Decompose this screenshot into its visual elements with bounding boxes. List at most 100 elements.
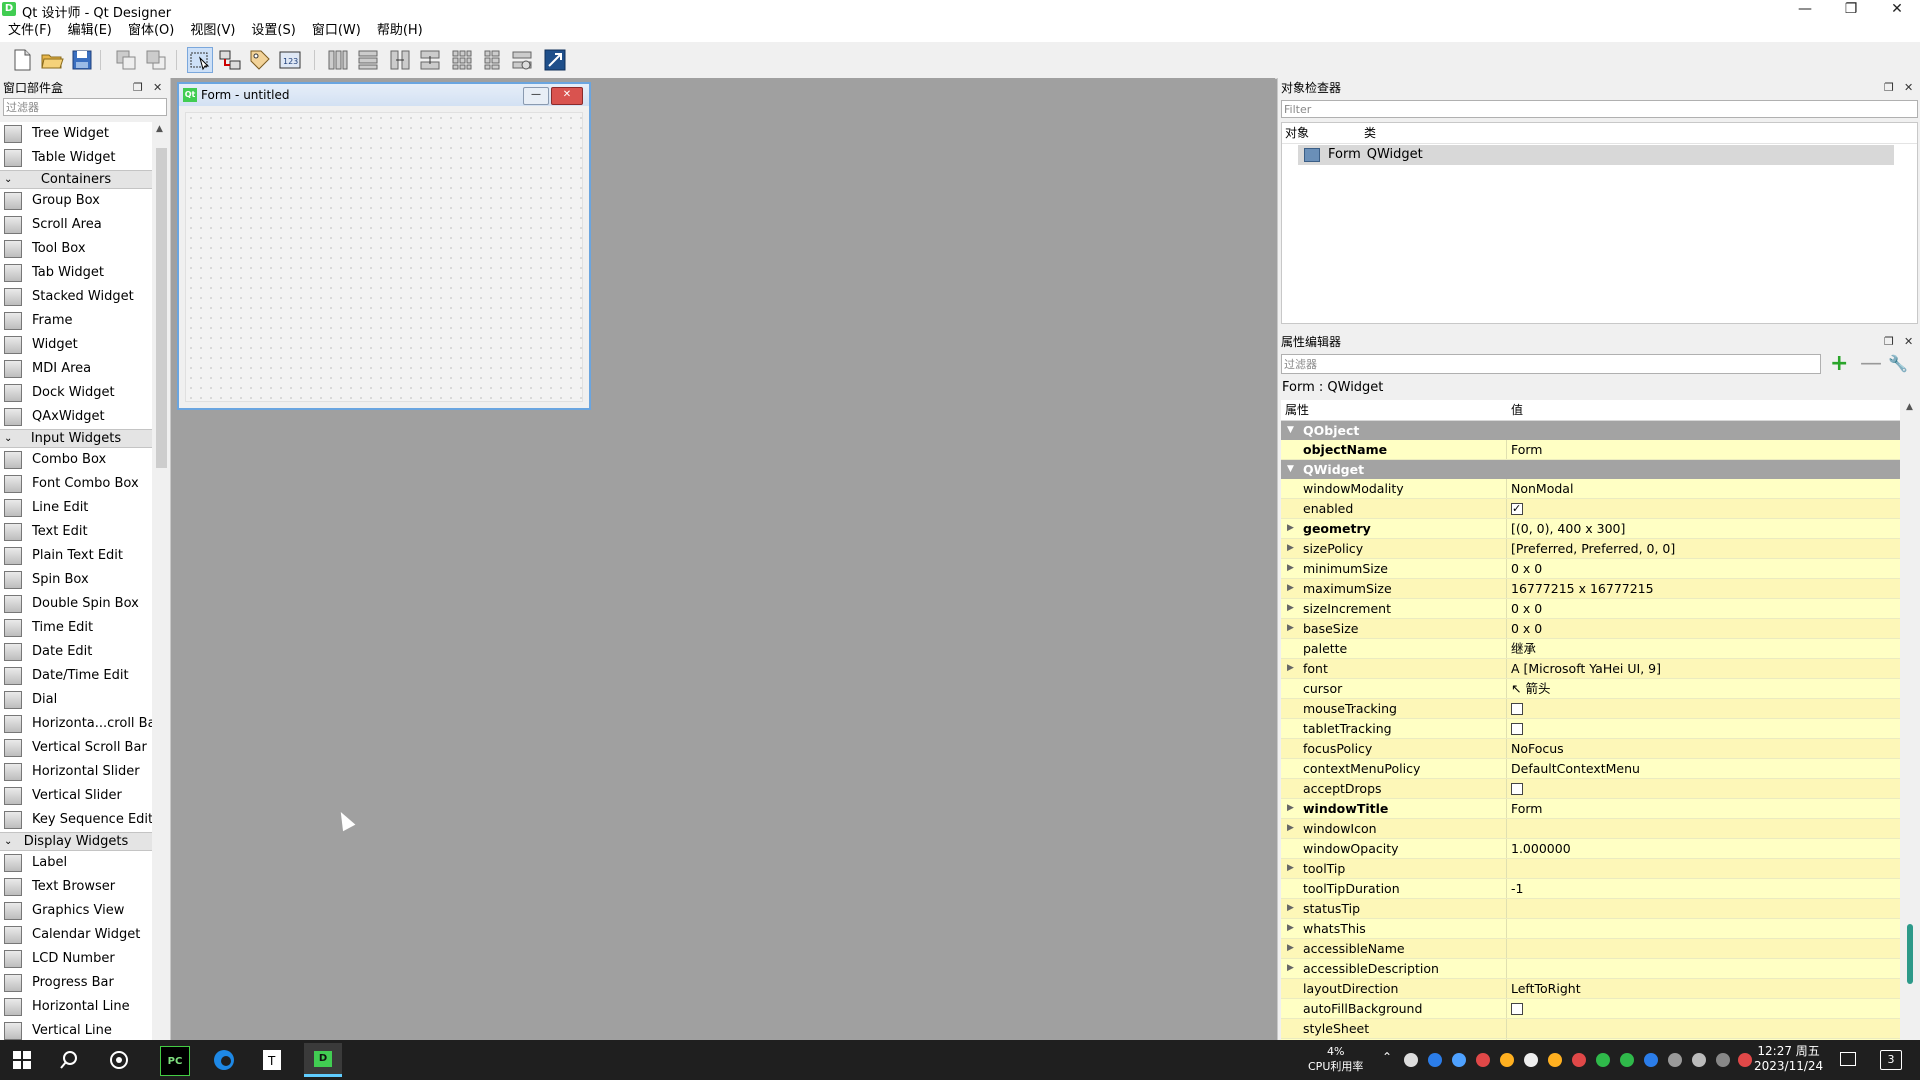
form-window[interactable]: Qt Form - untitled — ✕ [177, 82, 591, 410]
form-canvas-grid[interactable] [185, 112, 583, 402]
widget-item-vertical-scroll-bar[interactable]: Vertical Scroll Bar [0, 736, 152, 760]
float-icon[interactable]: ❐ [1884, 78, 1894, 98]
chevron-down-icon[interactable]: ▼ [1287, 460, 1294, 479]
chevron-up-icon[interactable]: ⌃ [1382, 1050, 1392, 1064]
widget-item-scroll-area[interactable]: Scroll Area [0, 213, 152, 237]
widgets-icon[interactable] [105, 1046, 133, 1074]
property-value[interactable] [1507, 999, 1900, 1018]
menu-settings[interactable]: 设置(S) [243, 20, 303, 42]
chevron-right-icon[interactable]: ▶ [1287, 959, 1294, 978]
widget-item-lcd-number[interactable]: LCD Number [0, 947, 152, 971]
adjust-size-icon[interactable] [543, 48, 567, 72]
widget-item-date-time-edit[interactable]: Date/Time Edit [0, 664, 152, 688]
property-value[interactable] [1507, 699, 1900, 718]
widget-item-text-browser[interactable]: Text Browser [0, 875, 152, 899]
chevron-right-icon[interactable]: ▶ [1287, 619, 1294, 638]
send-to-back-icon[interactable] [114, 48, 138, 72]
property-row-statustip[interactable]: ▶ statusTip [1281, 899, 1900, 919]
property-row-accessiblename[interactable]: ▶ accessibleName [1281, 939, 1900, 959]
notepad-icon[interactable]: T [258, 1046, 286, 1074]
chevron-right-icon[interactable]: ▶ [1287, 799, 1294, 818]
property-value[interactable]: A [Microsoft YaHei UI, 9] [1507, 659, 1900, 678]
notification-icon[interactable]: 3 [1880, 1050, 1902, 1070]
microphone-icon[interactable] [1404, 1053, 1418, 1067]
checkbox[interactable] [1511, 1002, 1523, 1015]
property-value[interactable]: 0 x 0 [1507, 559, 1900, 578]
tray-app-icon[interactable] [1644, 1053, 1658, 1067]
add-dynamic-property-icon[interactable]: + [1830, 352, 1848, 376]
property-value[interactable]: 0 x 0 [1507, 619, 1900, 638]
widget-item-tool-box[interactable]: Tool Box [0, 237, 152, 261]
property-row-windowicon[interactable]: ▶ windowIcon [1281, 819, 1900, 839]
chevron-right-icon[interactable]: ▶ [1287, 579, 1294, 598]
tray-app-icon[interactable] [1738, 1053, 1752, 1067]
property-value[interactable]: NoFocus [1507, 739, 1900, 758]
layout-horizontal-splitter-icon[interactable] [388, 48, 412, 72]
form-title-bar[interactable]: Qt Form - untitled — ✕ [179, 84, 589, 106]
layout-vertical-splitter-icon[interactable] [418, 48, 442, 72]
tray-app-icon[interactable] [1572, 1053, 1586, 1067]
widget-item-dial[interactable]: Dial [0, 688, 152, 712]
tray-app-icon[interactable] [1548, 1053, 1562, 1067]
property-value[interactable] [1507, 859, 1900, 878]
property-value[interactable] [1507, 899, 1900, 918]
property-row-sizepolicy[interactable]: ▶ sizePolicy [Preferred, Preferred, 0, 0] [1281, 539, 1900, 559]
desktop-toggle-icon[interactable] [1840, 1052, 1856, 1066]
close-icon[interactable]: ✕ [1904, 332, 1913, 352]
widget-item-horizontal-line[interactable]: Horizontal Line [0, 995, 152, 1019]
chevron-right-icon[interactable]: ▶ [1287, 539, 1294, 558]
property-value[interactable]: 继承 [1507, 639, 1900, 658]
menu-form[interactable]: 窗体(O) [120, 20, 182, 42]
scrollbar-thumb[interactable] [156, 148, 167, 468]
property-row-mousetracking[interactable]: mouseTracking [1281, 699, 1900, 719]
property-row-layoutdirection[interactable]: layoutDirection LeftToRight [1281, 979, 1900, 999]
tray-app-icon[interactable] [1524, 1053, 1538, 1067]
float-icon[interactable]: ❐ [133, 78, 143, 98]
edit-tab-order-icon[interactable]: 123 [278, 48, 302, 72]
property-row-windowmodality[interactable]: windowModality NonModal [1281, 479, 1900, 499]
object-tree-row-form[interactable]: Form QWidget [1298, 145, 1894, 165]
property-value[interactable]: [Preferred, Preferred, 0, 0] [1507, 539, 1900, 558]
property-row-tablettracking[interactable]: tabletTracking [1281, 719, 1900, 739]
widget-item-frame[interactable]: Frame [0, 309, 152, 333]
checkbox[interactable] [1511, 722, 1523, 735]
widget-item-progress-bar[interactable]: Progress Bar [0, 971, 152, 995]
property-row-focuspolicy[interactable]: focusPolicy NoFocus [1281, 739, 1900, 759]
new-file-icon[interactable] [10, 48, 34, 72]
chevron-right-icon[interactable]: ▶ [1287, 899, 1294, 918]
property-value[interactable] [1507, 779, 1900, 798]
property-value[interactable] [1507, 959, 1900, 978]
property-row-autofillbackground[interactable]: autoFillBackground [1281, 999, 1900, 1019]
widget-item-label[interactable]: Label [0, 851, 152, 875]
property-value[interactable] [1507, 499, 1900, 518]
chevron-down-icon[interactable]: ⌄ [4, 430, 12, 447]
column-class-header[interactable]: 类 [1364, 123, 1376, 143]
float-icon[interactable]: ❐ [1884, 332, 1894, 352]
widget-item-horizontal-slider[interactable]: Horizontal Slider [0, 760, 152, 784]
cpu-usage-indicator[interactable]: 4% CPU利用率 [1308, 1044, 1363, 1074]
edit-widgets-icon[interactable] [187, 47, 213, 73]
property-row-accessibledescription[interactable]: ▶ accessibleDescription [1281, 959, 1900, 979]
property-row-cursor[interactable]: cursor ↖ 箭头 [1281, 679, 1900, 699]
property-value[interactable]: NonModal [1507, 479, 1900, 498]
form-close-button[interactable]: ✕ [551, 87, 583, 105]
property-row-minimumsize[interactable]: ▶ minimumSize 0 x 0 [1281, 559, 1900, 579]
column-value-header[interactable]: 值 [1511, 400, 1523, 420]
widget-item-spin-box[interactable]: Spin Box [0, 568, 152, 592]
object-inspector-filter-input[interactable]: Filter [1281, 100, 1918, 118]
widget-item-qaxwidget[interactable]: QAxWidget [0, 405, 152, 429]
widget-item-calendar-widget[interactable]: Calendar Widget [0, 923, 152, 947]
menu-view[interactable]: 视图(V) [182, 20, 243, 42]
widget-item-group-box[interactable]: Group Box [0, 189, 152, 213]
widget-box-filter-input[interactable]: 过滤器 [3, 98, 167, 116]
property-value[interactable]: ↖ 箭头 [1507, 679, 1900, 698]
widget-item-line-edit[interactable]: Line Edit [0, 496, 152, 520]
layout-vertical-icon[interactable] [356, 48, 380, 72]
property-value[interactable]: LeftToRight [1507, 979, 1900, 998]
property-value[interactable] [1507, 719, 1900, 738]
property-value[interactable]: 16777215 x 16777215 [1507, 579, 1900, 598]
property-group-qwidget[interactable]: ▼ QWidget [1281, 460, 1900, 479]
chevron-down-icon[interactable]: ⌄ [4, 171, 12, 188]
edit-signals-slots-icon[interactable] [218, 48, 242, 72]
close-icon[interactable]: ✕ [1904, 78, 1913, 98]
